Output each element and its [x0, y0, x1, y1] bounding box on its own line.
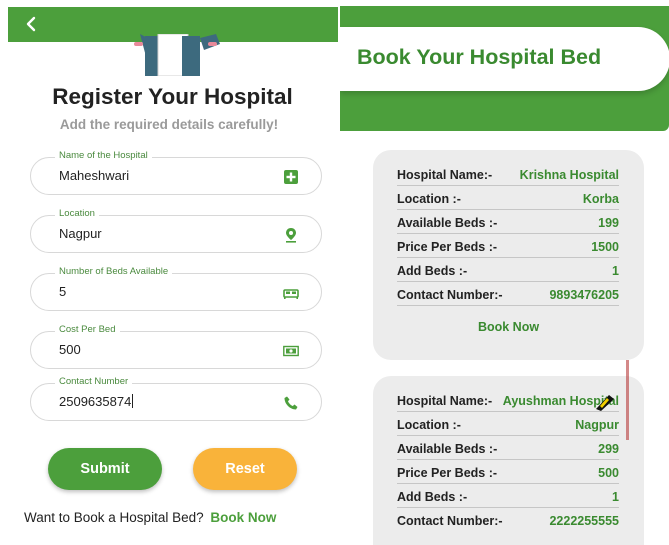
add-beds-row[interactable]: Add Beds :- 1: [397, 484, 619, 508]
row-value: Nagpur: [575, 418, 619, 432]
page-title: Book Your Hospital Bed: [357, 45, 602, 69]
field-value: 2509635874: [59, 394, 134, 409]
row-label: Contact Number:-: [397, 288, 503, 302]
row-value: 299: [598, 442, 619, 456]
add-beds-value[interactable]: 1: [612, 490, 619, 504]
money-icon: [283, 345, 299, 357]
page-subtitle: Add the required details carefully!: [59, 117, 279, 132]
row-value: Krishna Hospital: [519, 168, 619, 182]
screenshot-composite: Register Your Hospital Add the required …: [0, 0, 669, 545]
row-label: Price Per Beds :-: [397, 240, 498, 254]
price-per-bed-row: Price Per Beds :- 1500: [397, 234, 619, 258]
field-value-text: 2509635874: [59, 394, 132, 409]
watermark-strip: [626, 360, 629, 440]
field-label: Name of the Hospital: [55, 150, 152, 161]
back-button[interactable]: [22, 11, 42, 37]
text-cursor: [132, 394, 134, 408]
row-label: Add Beds :-: [397, 490, 468, 504]
row-value: Korba: [582, 192, 619, 206]
row-value: 500: [598, 466, 619, 480]
hospital-name-row: Hospital Name:- Krishna Hospital: [397, 162, 619, 186]
available-beds-row: Available Beds :- 199: [397, 210, 619, 234]
book-bed-prompt-text: Want to Book a Hospital Bed?: [24, 510, 204, 525]
contact-number-field[interactable]: Contact Number 2509635874: [30, 376, 322, 421]
hospital-card: Hospital Name:- Krishna Hospital Locatio…: [373, 150, 644, 360]
row-label: Add Beds :-: [397, 264, 468, 278]
row-label: Location :-: [397, 418, 461, 432]
location-pin-icon: [286, 228, 296, 243]
submit-button[interactable]: Submit: [48, 448, 162, 490]
book-now-button[interactable]: Book Now: [373, 320, 644, 334]
beds-available-field[interactable]: Number of Beds Available 5: [30, 266, 322, 311]
field-value: 5: [59, 284, 67, 299]
row-label: Available Beds :-: [397, 442, 498, 456]
row-value: 9893476205: [549, 288, 619, 302]
book-bed-prompt: Want to Book a Hospital Bed? Book Now: [24, 510, 276, 525]
contact-number-row: Contact Number:- 9893476205: [397, 282, 619, 306]
row-label: Contact Number:-: [397, 514, 503, 528]
field-label: Cost Per Bed: [55, 324, 120, 335]
cost-per-bed-field[interactable]: Cost Per Bed 500: [30, 324, 322, 369]
field-value: Maheshwari: [59, 168, 130, 183]
contact-number-row: Contact Number:- 2222255555: [397, 508, 619, 532]
row-value: 2222255555: [549, 514, 619, 528]
row-value: 1500: [591, 240, 619, 254]
add-beds-row[interactable]: Add Beds :- 1: [397, 258, 619, 282]
hospital-name-field[interactable]: Name of the Hospital Maheshwari: [30, 150, 322, 195]
available-beds-row: Available Beds :- 299: [397, 436, 619, 460]
row-label: Location :-: [397, 192, 461, 206]
price-per-bed-row: Price Per Beds :- 500: [397, 460, 619, 484]
row-label: Available Beds :-: [397, 216, 498, 230]
reset-button[interactable]: Reset: [193, 448, 297, 490]
register-hospital-screen: Register Your Hospital Add the required …: [0, 0, 338, 545]
title-banner: Book Your Hospital Bed: [340, 27, 669, 91]
book-hospital-bed-screen: Book Your Hospital Bed Hospital Name:- K…: [340, 0, 669, 545]
chevron-left-icon: [26, 16, 36, 32]
add-beds-value[interactable]: 1: [612, 264, 619, 278]
field-value: 500: [59, 342, 81, 357]
location-row: Location :- Nagpur: [397, 412, 619, 436]
bed-icon: [283, 289, 299, 299]
row-label: Hospital Name:-: [397, 168, 493, 182]
row-label: Hospital Name:-: [397, 394, 493, 408]
field-label: Contact Number: [55, 376, 133, 387]
doctor-illustration: [134, 34, 220, 76]
hospital-name-row: Hospital Name:- Ayushman Hospital: [397, 388, 619, 412]
page-title: Register Your Hospital: [52, 84, 293, 109]
row-label: Price Per Beds :-: [397, 466, 498, 480]
cursor-overlay-icon: [596, 395, 614, 411]
field-label: Location: [55, 208, 99, 219]
field-label: Number of Beds Available: [55, 266, 173, 277]
hospital-plus-icon: [284, 170, 298, 184]
location-row: Location :- Korba: [397, 186, 619, 210]
phone-icon: [284, 396, 298, 410]
row-value: 199: [598, 216, 619, 230]
field-value: Nagpur: [59, 226, 102, 241]
book-now-link[interactable]: Book Now: [210, 510, 276, 525]
location-field[interactable]: Location Nagpur: [30, 208, 322, 253]
